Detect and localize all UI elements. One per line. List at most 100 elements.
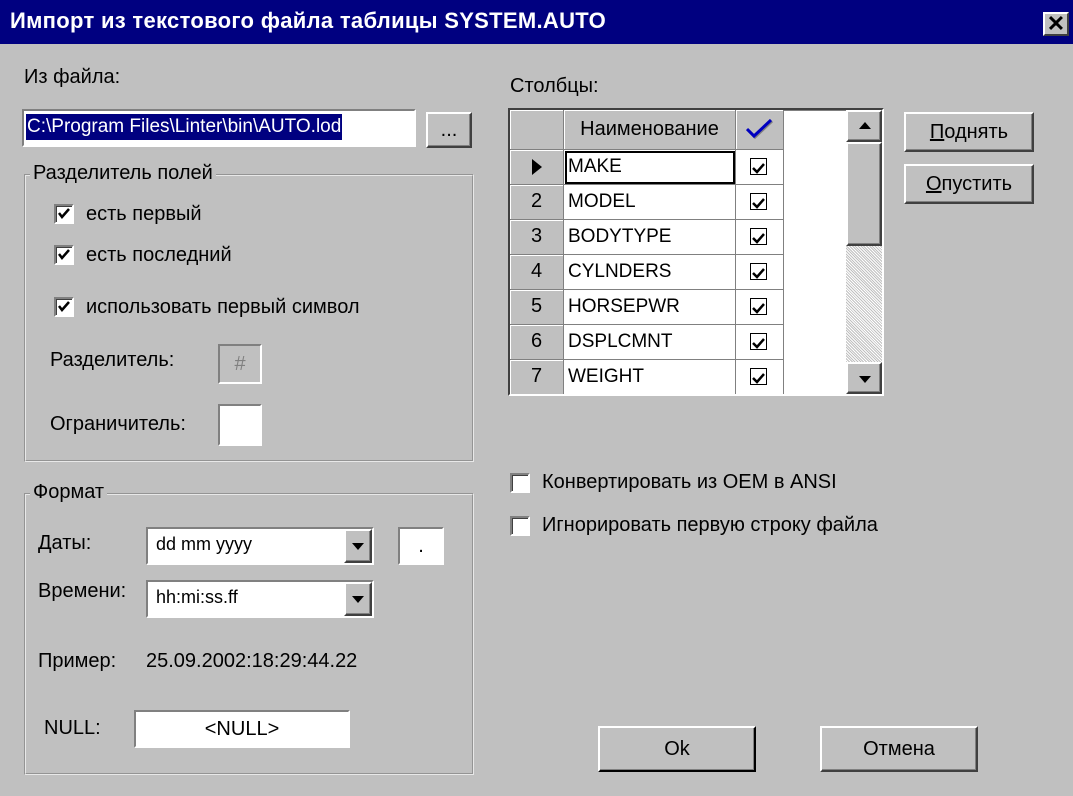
scroll-down-button[interactable]: [846, 362, 882, 394]
columns-label: Столбцы:: [510, 75, 599, 97]
row-number[interactable]: 4: [510, 255, 564, 290]
row-number[interactable]: 7: [510, 360, 564, 394]
ignore-first-line-label: Игнорировать первую строку файла: [542, 514, 878, 536]
check-icon: [58, 249, 70, 260]
row-number[interactable]: 2: [510, 185, 564, 220]
name-column-header[interactable]: Наименование: [564, 110, 736, 150]
browse-button[interactable]: ...: [426, 112, 472, 148]
ok-button[interactable]: Ok: [598, 726, 756, 772]
move-down-text: пустить: [941, 172, 1013, 195]
table-row[interactable]: MAKE: [510, 150, 784, 185]
time-dropdown-button[interactable]: [344, 582, 372, 616]
use-first-char-checkbox[interactable]: [54, 297, 74, 317]
has-first-label: есть первый: [86, 203, 202, 225]
current-row-icon: [531, 159, 542, 175]
column-name-cell[interactable]: DSPLCMNT: [564, 325, 736, 360]
table-row[interactable]: 3 BODYTYPE: [510, 220, 784, 255]
has-last-checkbox[interactable]: [54, 245, 74, 265]
convert-oem-checkbox[interactable]: [510, 473, 530, 493]
table-row[interactable]: 2 MODEL: [510, 185, 784, 220]
check-icon: [752, 233, 765, 244]
column-include-cell[interactable]: [736, 185, 784, 220]
file-path-input[interactable]: C:\Program Files\Linter\bin\AUTO.lod: [22, 109, 416, 147]
grid-scrollbar[interactable]: [846, 110, 882, 394]
column-include-cell[interactable]: [736, 325, 784, 360]
null-value: <NULL>: [204, 717, 280, 740]
table-row[interactable]: 4 CYLNDERS: [510, 255, 784, 290]
null-input[interactable]: <NULL>: [134, 710, 350, 748]
checkmark-icon: [746, 118, 774, 140]
column-name-cell[interactable]: MAKE: [564, 150, 736, 185]
check-icon: [752, 303, 765, 314]
column-name-cell[interactable]: HORSEPWR: [564, 290, 736, 325]
column-include-checkbox[interactable]: [750, 368, 767, 385]
column-include-checkbox[interactable]: [750, 158, 767, 175]
time-select[interactable]: hh:mi:ss.ff: [146, 580, 374, 618]
move-up-text: однять: [944, 120, 1009, 143]
delimiter-input[interactable]: [218, 404, 262, 446]
table-row[interactable]: 7 WEIGHT: [510, 360, 784, 394]
delimiter-label: Ограничитель:: [50, 413, 186, 435]
separator-group-title: Разделитель полей: [30, 162, 216, 185]
check-icon: [752, 338, 765, 349]
table-row[interactable]: 5 HORSEPWR: [510, 290, 784, 325]
row-number[interactable]: 6: [510, 325, 564, 360]
column-name-cell[interactable]: BODYTYPE: [564, 220, 736, 255]
scroll-track[interactable]: [846, 246, 882, 362]
dates-dropdown-button[interactable]: [344, 529, 372, 563]
file-label: Из файла:: [24, 66, 121, 88]
null-label: NULL:: [44, 717, 101, 739]
grid-corner-header: [510, 110, 564, 150]
scroll-up-button[interactable]: [846, 110, 882, 142]
check-icon: [752, 268, 765, 279]
cancel-button[interactable]: Отмена: [820, 726, 978, 772]
column-include-checkbox[interactable]: [750, 263, 767, 280]
move-up-button[interactable]: Поднять: [904, 112, 1034, 152]
column-include-cell[interactable]: [736, 360, 784, 394]
columns-grid[interactable]: Наименование MAKE 2 MODEL 3 BODYTYPE 4 CYLNDER…: [508, 108, 884, 396]
column-name-cell[interactable]: MODEL: [564, 185, 736, 220]
example-label: Пример:: [38, 650, 117, 672]
move-down-button[interactable]: Опустить: [904, 164, 1034, 204]
close-button[interactable]: ✕: [1043, 11, 1069, 36]
column-include-checkbox[interactable]: [750, 298, 767, 315]
scroll-down-icon: [859, 376, 871, 383]
column-include-cell[interactable]: [736, 150, 784, 185]
column-include-cell[interactable]: [736, 290, 784, 325]
move-down-accelerator: О: [925, 172, 942, 195]
ok-button-label: Ok: [664, 737, 690, 760]
check-column-header[interactable]: [736, 110, 784, 150]
close-icon: ✕: [1046, 11, 1066, 36]
format-group-title: Формат: [30, 481, 108, 504]
column-include-cell[interactable]: [736, 220, 784, 255]
column-name-cell[interactable]: CYLNDERS: [564, 255, 736, 290]
column-include-checkbox[interactable]: [750, 228, 767, 245]
date-separator-value: .: [418, 534, 424, 557]
cancel-button-label: Отмена: [863, 737, 935, 760]
column-include-checkbox[interactable]: [750, 333, 767, 350]
move-up-accelerator: П: [929, 120, 945, 143]
row-number[interactable]: 5: [510, 290, 564, 325]
has-last-label: есть последний: [86, 244, 232, 266]
browse-button-label: ...: [440, 118, 458, 141]
has-first-checkbox[interactable]: [54, 204, 74, 224]
scroll-up-icon: [859, 122, 871, 129]
row-number[interactable]: 3: [510, 220, 564, 255]
move-down-button-label: Опустить: [906, 166, 1032, 202]
dates-select[interactable]: dd mm yyyy: [146, 527, 374, 565]
window-title: Импорт из текстового файла таблицы SYSTE…: [10, 8, 607, 33]
separator-label: Разделитель:: [50, 349, 175, 371]
table-row[interactable]: 6 DSPLCMNT: [510, 325, 784, 360]
separator-input[interactable]: #: [218, 344, 262, 384]
time-select-value: hh:mi:ss.ff: [156, 587, 238, 607]
row-number[interactable]: [510, 150, 564, 185]
column-name-cell[interactable]: WEIGHT: [564, 360, 736, 394]
date-separator-input[interactable]: .: [398, 527, 444, 565]
ignore-first-line-checkbox[interactable]: [510, 516, 530, 536]
scroll-thumb[interactable]: [846, 142, 882, 246]
check-icon: [58, 208, 70, 219]
column-include-checkbox[interactable]: [750, 193, 767, 210]
grid-rows: MAKE 2 MODEL 3 BODYTYPE 4 CYLNDERS 5 HORSEPWR 6 DS…: [510, 150, 784, 394]
column-include-cell[interactable]: [736, 255, 784, 290]
dates-label: Даты:: [38, 532, 92, 554]
